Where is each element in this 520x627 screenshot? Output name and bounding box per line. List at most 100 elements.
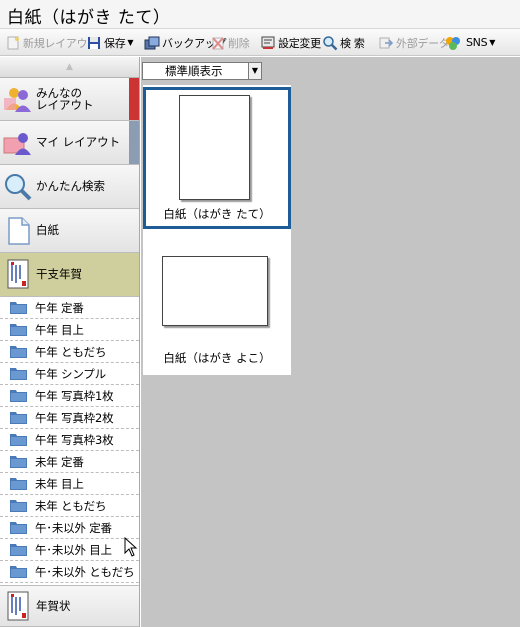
sub-item-label: 午年 写真枠3枚 — [35, 432, 114, 447]
magnifier-icon — [323, 35, 338, 50]
template-caption: 白紙（はがき たて） — [163, 207, 271, 221]
chevron-down-icon: ▼ — [127, 38, 134, 47]
sidebar-item-nengajo[interactable]: 年賀状 — [0, 585, 139, 627]
sns-button[interactable]: SNS ▼ — [444, 33, 495, 52]
delete-label: 削除 — [228, 36, 250, 50]
sub-item-label: 午年 ともだち — [35, 344, 107, 359]
postcard-icon — [7, 591, 29, 621]
postcard-icon — [7, 259, 29, 289]
sidebar-item-label: マイ レイアウト — [36, 135, 121, 149]
folder-icon — [10, 456, 27, 468]
folder-icon — [10, 522, 27, 534]
sidebar-item-label: レイアウト — [36, 98, 94, 112]
sub-item-uma-simple[interactable]: 午年 シンプル — [0, 363, 139, 385]
magnifier-icon — [5, 174, 32, 201]
sort-order-select[interactable]: 標準順表示 ▼ — [142, 62, 262, 80]
chevron-down-icon: ▼ — [248, 63, 261, 79]
template-gallery: 標準順表示 ▼ 白紙（はがき たて） 白紙（はがき よこ） — [141, 57, 520, 627]
template-card-hagaki-landscape[interactable]: 白紙（はがき よこ） — [143, 231, 291, 373]
template-card-hagaki-portrait[interactable]: 白紙（はがき たて） — [143, 87, 291, 229]
toolbar: 新規レイアウト 保存 ▼ バックアップ 削除 設定変更 検 索 外部データ SN… — [0, 29, 520, 56]
settings-label: 設定変更 — [278, 36, 321, 50]
sub-item-label: 午･未以外 ともだち — [35, 564, 135, 579]
portrait-paper-preview — [179, 95, 250, 200]
delete-icon — [212, 36, 224, 50]
search-label: 検 索 — [340, 36, 365, 50]
folder-icon — [10, 478, 27, 490]
sort-order-value: 標準順表示 — [165, 64, 223, 78]
sidebar-item-label: 白紙 — [36, 223, 59, 237]
sub-item-hitsuji-meue[interactable]: 未年 目上 — [0, 473, 139, 495]
people-icon — [4, 88, 31, 112]
folder-icon — [10, 566, 27, 578]
sidebar-item-label: 干支年賀 — [36, 267, 82, 281]
floppy-disk-icon — [88, 36, 100, 49]
scroll-up-button[interactable]: ▲ — [0, 57, 139, 78]
template-caption: 白紙（はがき よこ） — [163, 351, 271, 365]
sns-icon — [446, 36, 460, 50]
category-color-strip — [129, 121, 139, 164]
sub-category-list: 午年 定番 午年 目上 午年 ともだち 午年 シンプル 午年 写真枠1枚 午年 … — [0, 297, 139, 583]
sub-item-other-meue[interactable]: 午･未以外 目上 — [0, 539, 139, 561]
folder-icon — [10, 412, 27, 424]
external-data-button[interactable]: 外部データ — [378, 33, 450, 52]
external-data-icon — [379, 37, 394, 48]
sort-bar: 標準順表示 ▼ — [141, 57, 520, 84]
folder-icon — [10, 434, 27, 446]
sub-item-label: 午･未以外 目上 — [35, 542, 112, 557]
folder-icon — [10, 346, 27, 358]
template-list: 白紙（はがき たて） 白紙（はがき よこ） — [143, 85, 291, 375]
sns-label: SNS — [466, 36, 488, 49]
mouse-cursor-icon — [124, 537, 138, 557]
sidebar-item-everyones-layouts[interactable]: みんなの レイアウト — [0, 78, 139, 121]
sub-item-uma-meue[interactable]: 午年 目上 — [0, 319, 139, 341]
new-layout-icon — [7, 36, 19, 49]
sub-item-label: 未年 ともだち — [35, 498, 107, 513]
sub-item-label: 未年 目上 — [35, 476, 84, 491]
sub-item-label: 午･未以外 定番 — [35, 520, 112, 535]
external-data-label: 外部データ — [396, 36, 450, 50]
sub-item-hitsuji-tomodachi[interactable]: 未年 ともだち — [0, 495, 139, 517]
window-title: 白紙（はがき たて） — [7, 8, 171, 28]
landscape-paper-preview — [162, 256, 268, 326]
folder-icon — [10, 324, 27, 336]
sub-item-uma-teiban[interactable]: 午年 定番 — [0, 297, 139, 319]
folder-icon — [10, 500, 27, 512]
sub-item-uma-photo-3[interactable]: 午年 写真枠3枚 — [0, 429, 139, 451]
folder-icon — [10, 302, 27, 314]
search-button[interactable]: 検 索 — [322, 33, 365, 52]
sidebar-item-label: かんたん検索 — [36, 179, 105, 193]
folder-icon — [10, 544, 27, 556]
sub-item-label: 午年 シンプル — [35, 366, 106, 381]
sub-item-label: 未年 定番 — [35, 454, 84, 469]
settings-button[interactable]: 設定変更 — [260, 33, 321, 52]
sidebar-item-blank[interactable]: 白紙 — [0, 209, 139, 253]
blank-page-icon — [8, 217, 30, 245]
sub-item-uma-photo-1[interactable]: 午年 写真枠1枚 — [0, 385, 139, 407]
sub-item-uma-tomodachi[interactable]: 午年 ともだち — [0, 341, 139, 363]
new-layout-button[interactable]: 新規レイアウト — [5, 33, 98, 52]
chevron-down-icon: ▼ — [489, 38, 496, 47]
sub-item-label: 午年 写真枠1枚 — [35, 388, 114, 403]
sub-item-hitsuji-teiban[interactable]: 未年 定番 — [0, 451, 139, 473]
sub-item-label: 午年 定番 — [35, 300, 84, 315]
settings-change-icon — [261, 36, 275, 49]
sidebar-item-my-layouts[interactable]: マイ レイアウト — [0, 121, 139, 165]
folder-icon — [10, 390, 27, 402]
user-folder-icon — [3, 133, 31, 155]
save-label: 保存 — [104, 36, 126, 50]
sub-item-other-tomodachi[interactable]: 午･未以外 ともだち — [0, 561, 139, 583]
sidebar-item-easy-search[interactable]: かんたん検索 — [0, 165, 139, 209]
sub-item-uma-photo-2[interactable]: 午年 写真枠2枚 — [0, 407, 139, 429]
title-bar: 白紙（はがき たて） — [0, 0, 520, 29]
sub-item-label: 午年 写真枠2枚 — [35, 410, 114, 425]
folder-icon — [10, 368, 27, 380]
sidebar-item-label: 年賀状 — [36, 599, 71, 613]
delete-button[interactable]: 削除 — [210, 33, 250, 52]
sidebar: ▲ みんなの レイアウト マイ レイアウト かんたん検索 白紙 干支年賀 午年 … — [0, 57, 140, 627]
save-button[interactable]: 保存 ▼ — [86, 33, 134, 52]
sub-item-label: 午年 目上 — [35, 322, 84, 337]
category-color-strip — [129, 78, 139, 120]
sub-item-other-teiban[interactable]: 午･未以外 定番 — [0, 517, 139, 539]
sidebar-item-eto-nenga[interactable]: 干支年賀 — [0, 253, 139, 297]
